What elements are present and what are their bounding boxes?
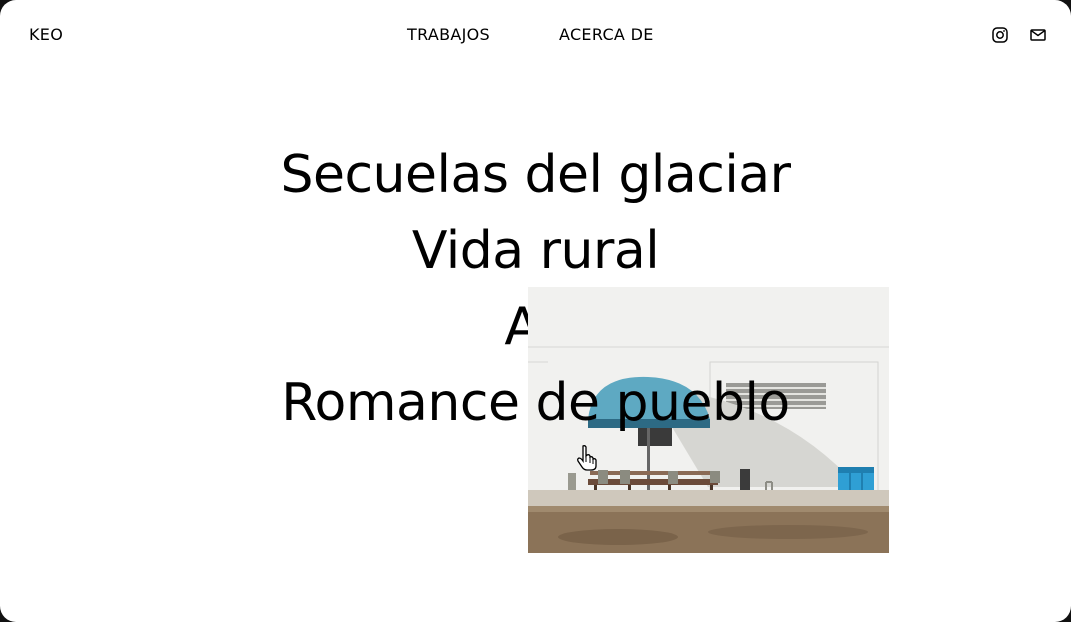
pointer-hand-icon [576, 444, 600, 472]
work-title: Romance de pueblo [281, 373, 790, 433]
work-item[interactable]: Vida rural [0, 216, 1071, 292]
instagram-icon[interactable] [991, 26, 1009, 44]
main-nav: TRABAJOS ACERCA DE [0, 25, 1071, 47]
nav-link-trabajos[interactable]: TRABAJOS [407, 25, 490, 44]
work-item-hovered[interactable]: Romance de pueblo [0, 368, 1071, 444]
work-item[interactable]: Secuelas del glaciar [0, 140, 1071, 216]
app-window: KEO TRABAJOS ACERCA DE Secuelas del glac… [0, 0, 1071, 622]
work-title: Vida rural [411, 221, 660, 281]
nav-link-acerca-de[interactable]: ACERCA DE [559, 25, 654, 44]
work-title: Secuelas del glaciar [280, 145, 791, 205]
mail-icon[interactable] [1029, 26, 1047, 44]
